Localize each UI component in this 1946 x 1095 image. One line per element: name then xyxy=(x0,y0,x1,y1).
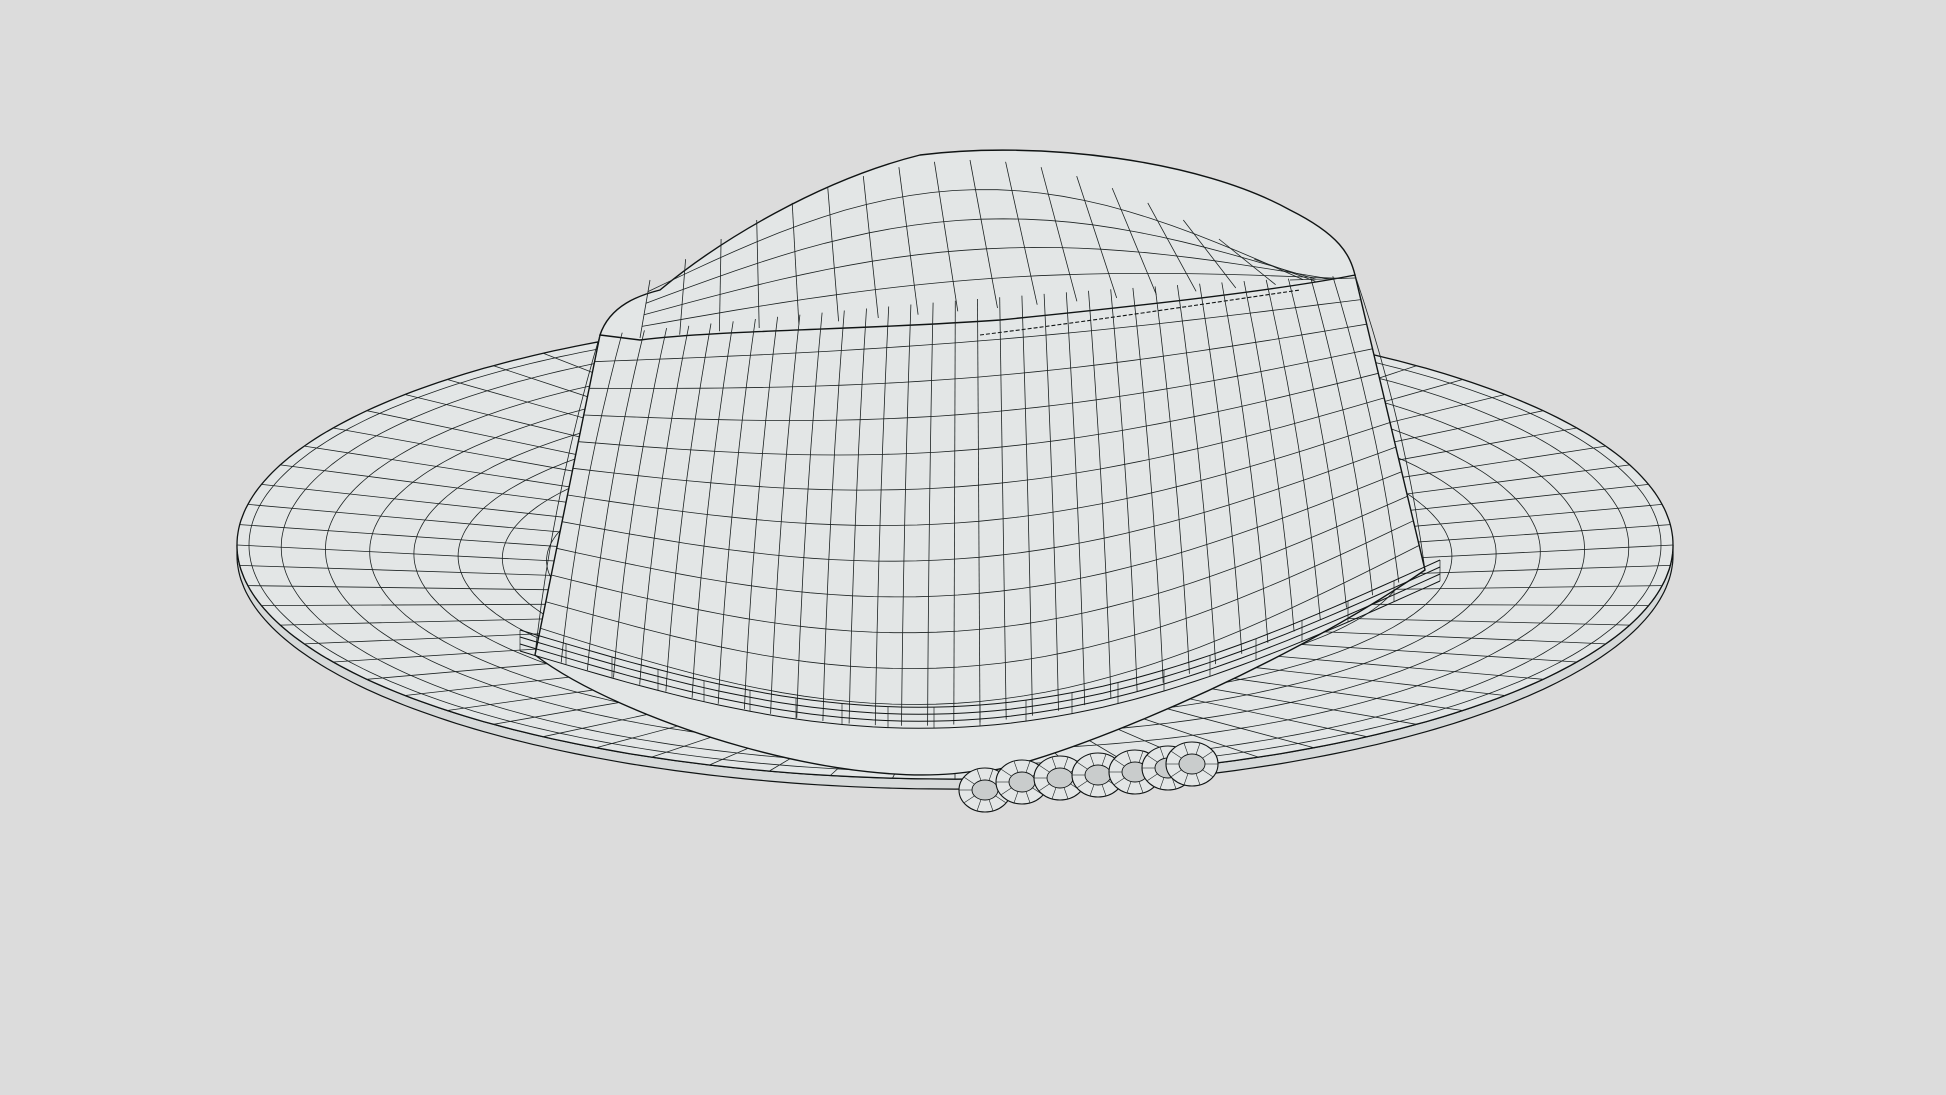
chain-link-hole xyxy=(1084,764,1112,786)
3d-viewport[interactable] xyxy=(0,0,1946,1095)
wireframe-canvas xyxy=(0,0,1946,1095)
chain-link-hole xyxy=(1178,753,1206,775)
chain-link-hole xyxy=(1046,767,1074,789)
chain-link-hole xyxy=(1008,771,1036,793)
chain-link-hole xyxy=(971,779,999,801)
